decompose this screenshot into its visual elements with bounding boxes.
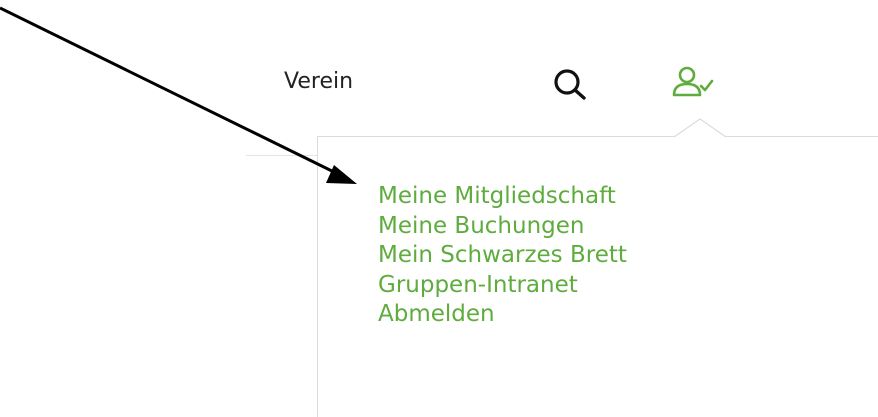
search-icon[interactable] [551,67,591,101]
menu-item-abmelden[interactable]: Abmelden [378,300,627,330]
header-divider [246,155,318,156]
menu-item-meine-mitgliedschaft[interactable]: Meine Mitgliedschaft [378,182,627,212]
user-menu: Meine Mitgliedschaft Meine Buchungen Mei… [378,182,627,330]
user-check-icon[interactable] [670,64,714,102]
nav-item-verein[interactable]: Verein [284,67,353,97]
menu-item-gruppen-intranet[interactable]: Gruppen-Intranet [378,271,627,301]
menu-item-mein-schwarzes-brett[interactable]: Mein Schwarzes Brett [378,241,627,271]
page: Verein Meine Mitgliedschaft Meine Buchun… [0,0,878,417]
menu-item-meine-buchungen[interactable]: Meine Buchungen [378,212,627,242]
dropdown-caret [674,118,726,138]
